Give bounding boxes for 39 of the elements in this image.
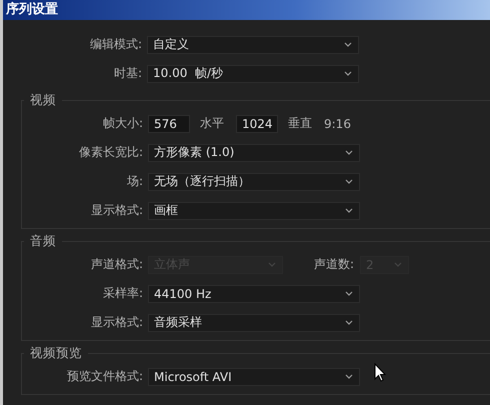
field-label: 声道数: (314, 256, 354, 273)
dropdown[interactable]: 10.00 帧/秒 (147, 64, 359, 82)
ratio-text: 9:16 (324, 116, 351, 130)
group-title: 音频 (29, 233, 57, 250)
dropdown[interactable]: Microsoft AVI (148, 368, 360, 386)
input-field[interactable]: 1024 (236, 114, 278, 132)
field-label: 显示格式: (90, 314, 144, 331)
chevron-down-icon (344, 42, 352, 47)
chevron-down-icon (345, 291, 353, 296)
dropdown[interactable]: 音频采样 (148, 314, 360, 332)
group-title: 视频 (29, 92, 57, 109)
chevron-down-icon (394, 262, 402, 267)
chevron-down-icon (345, 179, 353, 184)
chevron-down-icon (345, 320, 353, 325)
field-label: 帧大小: (102, 115, 144, 132)
group-title: 视频预览 (29, 345, 83, 362)
field-label: 像素长宽比: (78, 144, 144, 161)
field-label: 时基: (112, 65, 143, 82)
dropdown[interactable]: 44100 Hz (148, 284, 360, 302)
field-label: 预览文件格式: (66, 368, 144, 385)
dropdown[interactable]: 方形像素 (1.0) (148, 144, 360, 162)
dropdown[interactable]: 自定义 (147, 36, 359, 54)
dropdown[interactable]: 无场（逐行扫描） (148, 172, 360, 190)
field-label: 编辑模式: (88, 36, 143, 53)
window-title: 序列设置 (3, 0, 490, 20)
field-label: 水平 (200, 115, 224, 132)
input-field[interactable]: 576 (148, 114, 190, 132)
field-label: 采样率: (102, 285, 144, 302)
field-label: 场: (126, 173, 144, 190)
field-label: 显示格式: (90, 202, 144, 219)
chevron-down-icon (345, 208, 353, 213)
chevron-down-icon (344, 71, 352, 76)
chevron-down-icon (345, 150, 353, 155)
field-label: 声道格式: (90, 256, 144, 273)
field-label: 垂直 (288, 115, 312, 132)
chevron-down-icon (345, 374, 353, 379)
dropdown[interactable]: 画框 (148, 202, 360, 220)
chevron-down-icon (268, 262, 276, 267)
mouse-pointer-icon (374, 363, 386, 382)
